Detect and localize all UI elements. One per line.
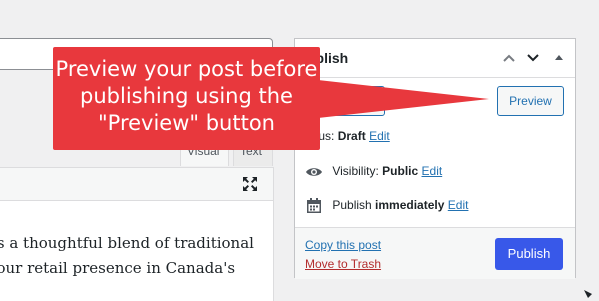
schedule-value: immediately [375, 198, 445, 213]
editor-toolbar [0, 167, 274, 201]
visibility-label: Visibility: [332, 164, 379, 179]
publish-button[interactable]: Publish [495, 238, 563, 270]
callout-pointer [318, 80, 489, 118]
schedule-label: Publish [332, 198, 372, 213]
calendar-icon [307, 198, 321, 213]
collapse-toggle-icon[interactable] [551, 50, 567, 66]
move-to-trash-link[interactable]: Move to Trash [305, 257, 381, 271]
visibility-value: Public [382, 164, 419, 179]
publish-box-footer: Copy this post Move to Trash Publish [295, 227, 575, 279]
visibility-row: Visibility: Public Edit [305, 164, 442, 180]
move-up-icon[interactable] [501, 50, 517, 66]
publish-box-header: ublish [295, 39, 575, 78]
preview-button[interactable]: Preview [497, 86, 564, 116]
fullscreen-icon[interactable] [242, 176, 258, 192]
eye-icon [306, 168, 322, 176]
edit-schedule-link[interactable]: Edit [448, 198, 469, 212]
copy-post-link[interactable]: Copy this post [305, 238, 381, 252]
editor-content[interactable]: es a thoughtful blend of traditional you… [0, 201, 274, 301]
status-value: Draft [337, 129, 366, 143]
publish-box: ublish Preview tatus: Draft Edit Visibil… [294, 38, 576, 279]
callout-text: Preview your post before publishing usin… [55, 57, 318, 135]
publish-schedule-row: Publish immediately Edit [305, 198, 468, 214]
content-line: your retail presence in Canada's [0, 259, 236, 277]
tutorial-callout: Preview your post before publishing usin… [53, 47, 320, 150]
edit-status-link[interactable]: Edit [369, 129, 390, 143]
move-down-icon[interactable] [525, 50, 541, 66]
content-line: es a thoughtful blend of traditional [0, 234, 254, 252]
edit-visibility-link[interactable]: Edit [422, 164, 443, 178]
